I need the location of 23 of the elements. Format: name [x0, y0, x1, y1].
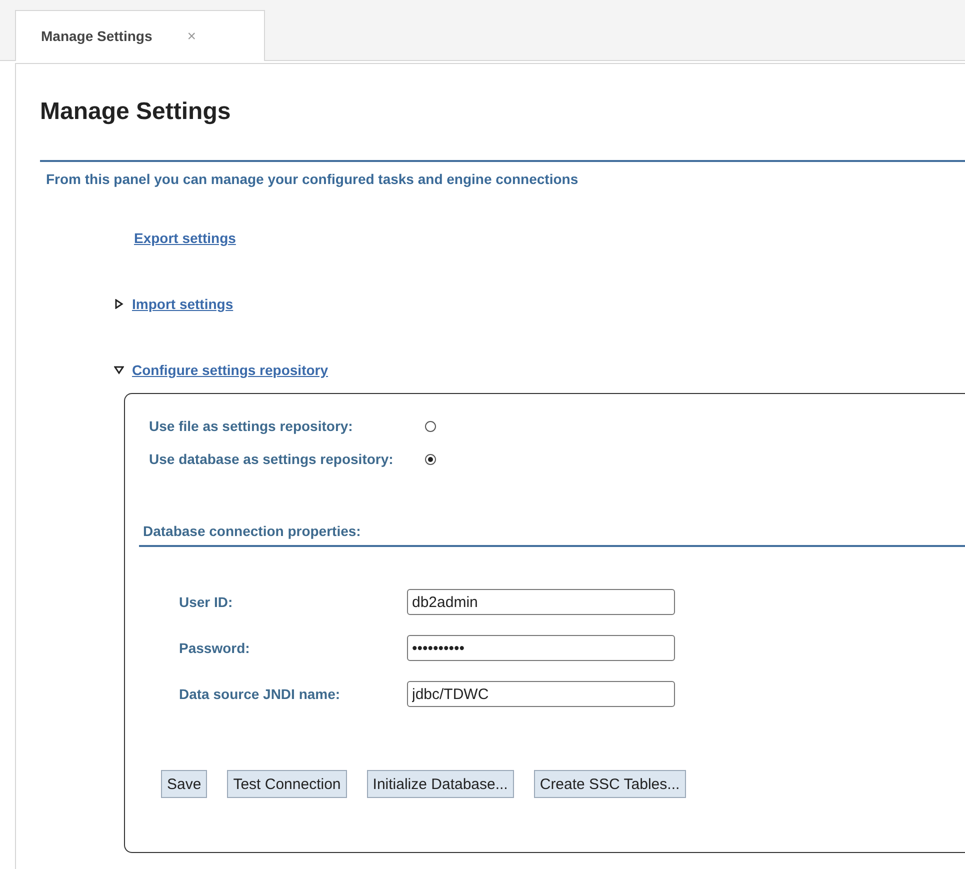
field-label: User ID:: [179, 594, 234, 610]
field-label: Data source JNDI name:: [179, 686, 342, 702]
action-button[interactable]: Create SSC Tables...: [534, 770, 686, 798]
expand-triangle-icon[interactable]: [114, 299, 124, 309]
radio-button[interactable]: [425, 454, 436, 464]
action-button[interactable]: Test Connection: [227, 770, 347, 798]
option-label: Use file as settings repository:: [148, 418, 354, 434]
input-field[interactable]: db2admin: [407, 589, 675, 615]
option-label: Use database as settings repository:: [148, 451, 394, 467]
panel-description: From this panel you can manage your configured tasks and engine connections: [40, 160, 965, 187]
field-label: Password:: [179, 640, 251, 656]
action-button[interactable]: Save: [161, 770, 208, 798]
input-field[interactable]: ••••••••••: [407, 635, 675, 661]
action-button[interactable]: Initialize Database...: [366, 770, 514, 798]
section-link[interactable]: Import settings: [132, 296, 234, 312]
section-link[interactable]: Export settings: [134, 230, 236, 246]
section-heading: Database connection properties:: [139, 523, 965, 547]
tab[interactable]: Manage Settings ×: [15, 10, 265, 61]
radio-button[interactable]: [425, 420, 436, 432]
page-title: Manage Settings: [40, 97, 231, 127]
section-link[interactable]: Configure settings repository: [132, 362, 328, 378]
input-field[interactable]: jdbc/TDWC: [407, 681, 675, 707]
collapse-triangle-icon[interactable]: [114, 365, 124, 375]
